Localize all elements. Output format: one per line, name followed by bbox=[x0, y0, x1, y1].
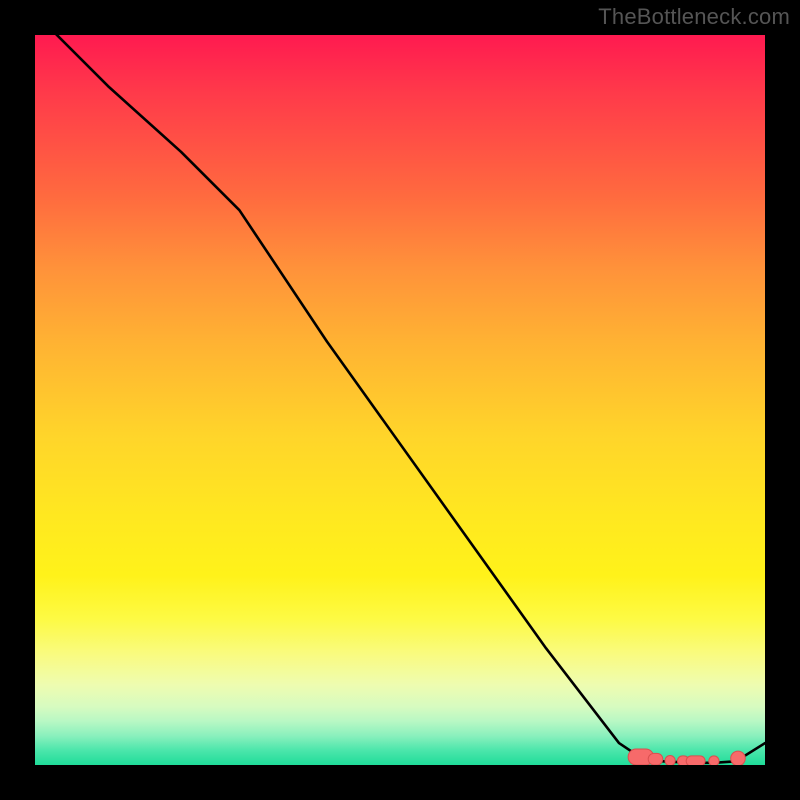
marker-5 bbox=[709, 756, 719, 765]
plot-area bbox=[35, 35, 765, 765]
chart-container: TheBottleneck.com bbox=[0, 0, 800, 800]
marker-6 bbox=[731, 751, 746, 765]
watermark-text: TheBottleneck.com bbox=[598, 4, 790, 30]
marker-1 bbox=[648, 753, 663, 765]
bottleneck-curve bbox=[35, 35, 765, 763]
marker-2 bbox=[665, 756, 675, 765]
marker-4 bbox=[686, 756, 705, 765]
plot-svg bbox=[35, 35, 765, 765]
